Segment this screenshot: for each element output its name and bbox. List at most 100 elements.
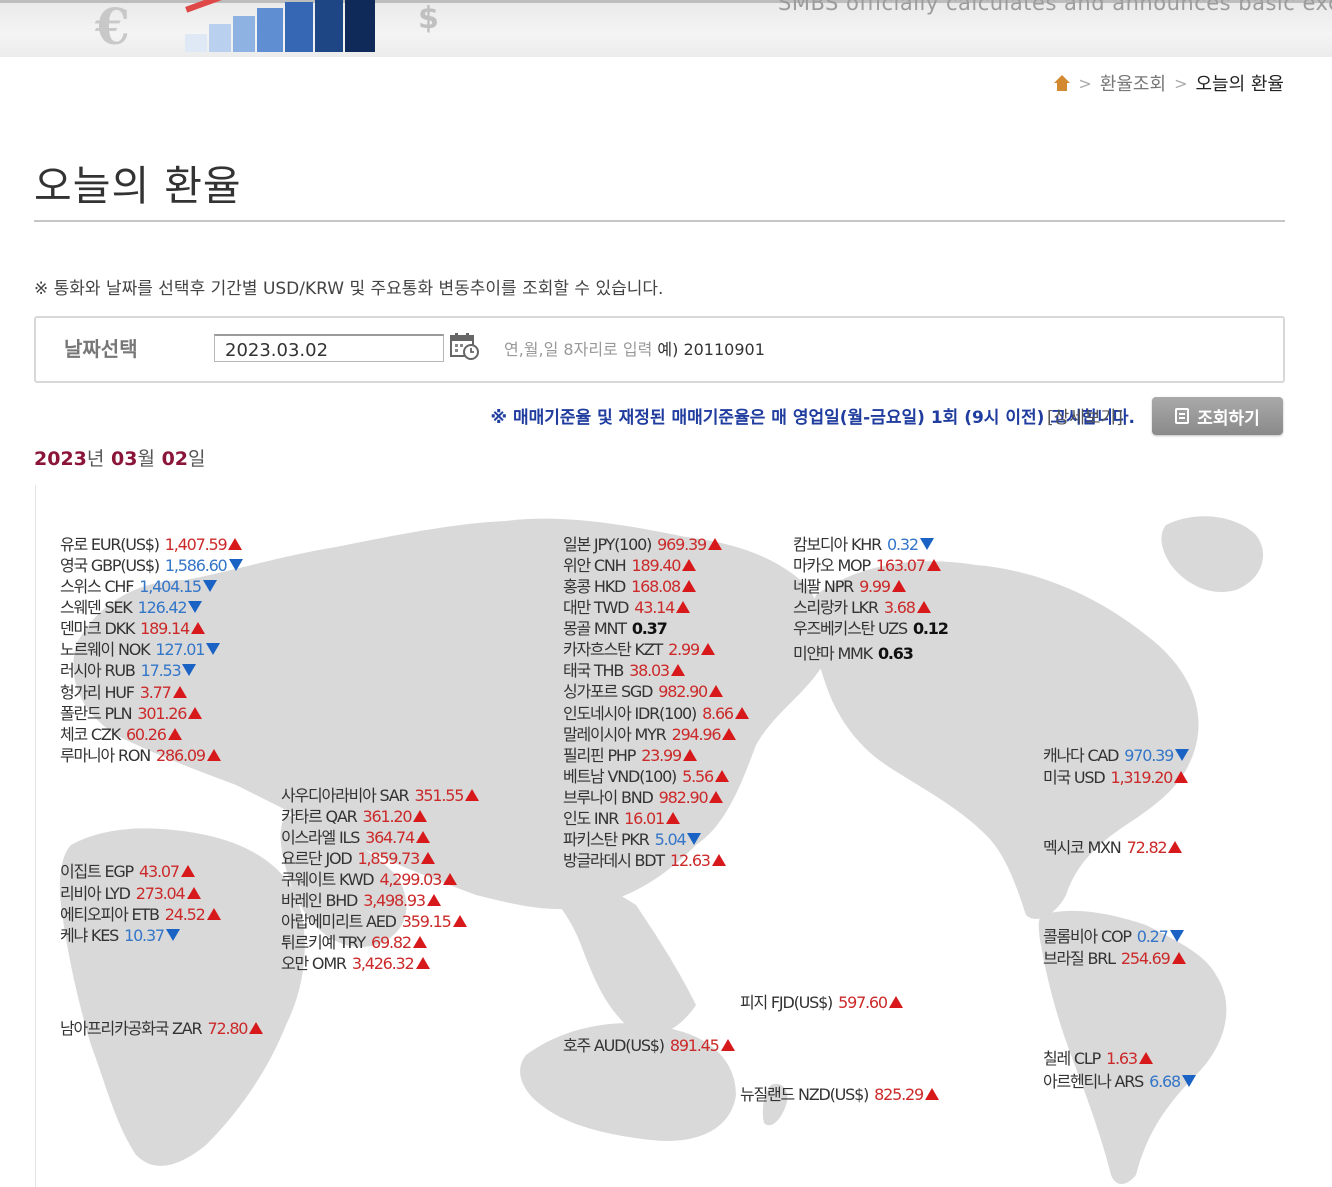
- currency-name: 마카오 MOP: [793, 556, 871, 575]
- query-button-label: 조회하기: [1197, 408, 1260, 429]
- arrow-down-icon: [919, 538, 934, 550]
- rate-value: 1,319.20: [1110, 768, 1174, 787]
- arrow-up-icon: [190, 622, 205, 634]
- guide-note: ※ 통화와 날짜를 선택후 기간별 USD/KRW 및 주요통화 변동추이를 조…: [34, 279, 664, 299]
- rate-item: 피지 FJD(US$) 597.60: [740, 993, 903, 1013]
- rate-value: 3.77: [139, 683, 172, 702]
- arrow-up-icon: [676, 601, 691, 613]
- rate-value: 127.01: [155, 640, 205, 659]
- arrow-up-icon: [709, 791, 724, 803]
- rate-item: 이집트 EGP 43.07: [60, 862, 195, 882]
- rate-value: 982.90: [658, 788, 709, 807]
- rate-item: 방글라데시 BDT 12.63: [563, 851, 726, 871]
- arrow-up-icon: [891, 580, 906, 592]
- rate-value: 12.63: [669, 851, 711, 870]
- rate-value: 3.68: [883, 598, 916, 617]
- rate-item: 튀르키예 TRY 69.82: [281, 933, 427, 953]
- arrow-up-icon: [1138, 1052, 1153, 1064]
- rate-item: 베트남 VND(100) 5.56: [563, 767, 729, 787]
- rate-item: 홍콩 HKD 168.08: [563, 577, 696, 597]
- currency-name: 호주 AUD(US$): [563, 1036, 665, 1055]
- title-divider: [34, 220, 1285, 222]
- rate-item: 유로 EUR(US$) 1,407.59: [60, 535, 243, 555]
- rate-item: 아랍에미리트 AED 359.15: [281, 912, 467, 932]
- arrow-up-icon: [249, 1022, 264, 1034]
- arrow-up-icon: [683, 749, 697, 761]
- breadcrumb-item-rate-lookup[interactable]: 환율조회: [1100, 70, 1166, 96]
- arrow-up-icon: [180, 865, 195, 877]
- query-button[interactable]: 조회하기: [1152, 397, 1283, 435]
- arrow-up-icon: [206, 749, 221, 761]
- rate-item: 인도네시아 IDR(100) 8.66: [563, 704, 749, 724]
- top-banner: € $ SMBS officially calculates and annou…: [0, 0, 1332, 57]
- chevron-right-icon: >: [1078, 73, 1092, 93]
- rate-value: 3,426.32: [351, 954, 415, 973]
- currency-name: 네팔 NPR: [793, 577, 854, 596]
- rate-value: 1,404.15: [139, 577, 202, 596]
- chevron-right-icon: >: [1174, 73, 1188, 93]
- rate-item: 대만 TWD 43.14: [563, 598, 691, 618]
- rate-value: 1,859.73: [357, 849, 420, 868]
- rate-value: 361.20: [362, 807, 413, 826]
- world-rate-map: 유로 EUR(US$) 1,407.59 영국 GBP(US$) 1,586.60 스위…: [35, 485, 1297, 1187]
- rate-value: 72.82: [1126, 838, 1168, 857]
- currency-name: 칠레 CLP: [1043, 1049, 1101, 1068]
- currency-name: 태국 THB: [563, 661, 624, 680]
- currency-name: 아르헨티나 ARS: [1043, 1072, 1144, 1091]
- rate-value: 24.52: [164, 905, 206, 924]
- rate-item: 이스라엘 ILS 364.74: [281, 828, 430, 848]
- arrow-up-icon: [167, 728, 182, 740]
- home-icon[interactable]: [1054, 75, 1071, 91]
- arrow-down-icon: [687, 833, 702, 845]
- arrow-up-icon: [228, 538, 243, 550]
- arrow-down-icon: [228, 559, 243, 571]
- rate-item: 쿠웨이트 KWD 4,299.03: [281, 870, 458, 890]
- arrow-up-icon: [415, 957, 430, 969]
- rate-item: 우즈베키스탄 UZS 0.12: [793, 619, 949, 639]
- rate-value: 969.39: [657, 535, 707, 554]
- rate-item: 카자흐스탄 KZT 2.99: [563, 640, 715, 660]
- currency-name: 싱가포르 SGD: [563, 682, 653, 701]
- currency-name: 덴마크 DKK: [60, 619, 135, 638]
- rate-item: 호주 AUD(US$) 891.45: [563, 1036, 735, 1056]
- currency-name: 멕시코 MXN: [1043, 838, 1122, 857]
- arrow-up-icon: [426, 894, 441, 906]
- currency-name: 유로 EUR(US$): [60, 535, 160, 554]
- calendar-icon[interactable]: [449, 332, 479, 360]
- rate-value: 273.04: [135, 884, 186, 903]
- rate-value: 8.66: [702, 704, 734, 723]
- rate-item: 파키스탄 PKR 5.04: [563, 830, 702, 850]
- currency-name: 카자흐스탄 KZT: [563, 640, 663, 659]
- rate-value: 168.08: [631, 577, 681, 596]
- arrow-up-icon: [888, 996, 903, 1008]
- currency-name: 튀르키예 TRY: [281, 933, 366, 952]
- rate-item: 케냐 KES 10.37: [60, 926, 180, 946]
- rate-item: 마카오 MOP 163.07: [793, 556, 941, 576]
- date-input[interactable]: [214, 334, 444, 362]
- rate-value: 0.27: [1136, 927, 1169, 946]
- rate-item: 덴마크 DKK 189.14: [60, 619, 205, 639]
- rate-value: 6.68: [1149, 1072, 1181, 1091]
- rate-value: 0.63: [877, 644, 914, 663]
- currency-name: 몽골 MNT: [563, 619, 627, 638]
- arrow-up-icon: [421, 852, 436, 864]
- arrow-up-icon: [924, 1088, 939, 1100]
- rate-item: 카타르 QAR 361.20: [281, 807, 428, 827]
- rate-value: 0.12: [912, 619, 949, 638]
- currency-name: 바레인 BHD: [281, 891, 358, 910]
- currency-name: 인도 INR: [563, 809, 619, 828]
- rate-value: 351.55: [414, 786, 464, 805]
- breadcrumb-item-today-rate: 오늘의 환율: [1195, 74, 1284, 95]
- date-select-label: 날짜선택: [64, 337, 138, 361]
- detail-link[interactable]: [상세보기]: [1047, 403, 1123, 428]
- rate-value: 43.07: [139, 862, 180, 881]
- rate-item: 러시아 RUB 17.53: [60, 661, 197, 681]
- currency-name: 미얀마 MMK: [793, 644, 873, 663]
- currency-name: 이스라엘 ILS: [281, 828, 360, 847]
- arrow-up-icon: [188, 707, 203, 719]
- arrow-up-icon: [707, 538, 722, 550]
- arrow-up-icon: [681, 580, 696, 592]
- rate-value: 970.39: [1124, 746, 1174, 765]
- rate-value: 254.69: [1120, 949, 1171, 968]
- rate-item: 칠레 CLP 1.63: [1043, 1049, 1153, 1069]
